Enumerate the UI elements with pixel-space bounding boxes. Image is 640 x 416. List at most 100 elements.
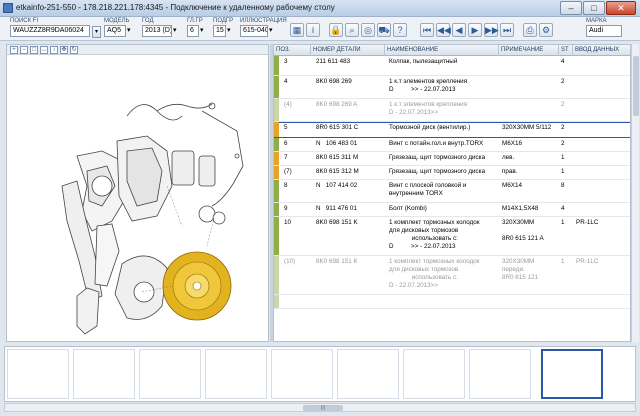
search-input[interactable]: WAUZZZ8R9DA06024	[10, 25, 90, 37]
cell-st: 4	[561, 205, 565, 212]
zoom-in-icon[interactable]: +	[10, 46, 18, 54]
cell-st: 2	[561, 124, 565, 131]
lock-icon[interactable]: 🔒	[329, 23, 343, 37]
next-group-icon[interactable]: ▶▶	[484, 23, 499, 37]
table-row[interactable]: 10 8K0 698 151 K 1 комплект тормозных коло…	[274, 217, 630, 256]
cell-pos: 6	[284, 140, 288, 147]
next-page-icon[interactable]: ▶	[468, 23, 482, 37]
prev-page-icon[interactable]: ◀	[452, 23, 466, 37]
model-dropdown-button[interactable]: ▾	[127, 26, 131, 34]
cell-part: N 106 483 01	[316, 140, 358, 147]
table-row[interactable]: 7 8K0 615 311 M Грязезащ. щит тормозного д…	[274, 152, 630, 166]
help-icon[interactable]: ?	[393, 23, 407, 37]
prev-group-icon[interactable]: ◀◀	[436, 23, 451, 37]
thumbnail[interactable]	[139, 349, 201, 399]
col-header-data[interactable]: ВВОД ДАННЫХ	[573, 45, 630, 56]
binoculars-icon[interactable]: ◎	[361, 23, 375, 37]
scroll-thumb[interactable]	[633, 56, 639, 116]
remote-desktop-icon	[3, 3, 13, 13]
thumbnail-selected[interactable]	[541, 349, 603, 399]
settings-icon[interactable]: ⚙	[539, 23, 553, 37]
close-button[interactable]: ✕	[606, 1, 636, 15]
row-status-marker	[274, 152, 279, 165]
brand-select[interactable]: Audi	[586, 25, 622, 37]
cell-note: прав.	[502, 168, 518, 175]
thumbnail-scrollbar[interactable]: |||	[4, 403, 636, 412]
cell-st: 2	[561, 101, 565, 108]
subgroup-select[interactable]: 15	[213, 25, 226, 37]
first-page-icon[interactable]: ⏮	[420, 23, 434, 37]
table-row[interactable]: 4 8K0 698 269 1 к.т элементов крепления D …	[274, 76, 630, 99]
cell-part: 8K0 698 151 K	[316, 258, 358, 265]
illustration-dropdown-button[interactable]: ▾	[269, 26, 273, 34]
model-select[interactable]: AQ5	[104, 25, 126, 37]
last-page-icon[interactable]: ⏭	[500, 23, 514, 37]
col-header-name[interactable]: НАИМЕНОВАНИЕ	[385, 45, 499, 56]
search-dropdown-button[interactable]: ▾	[92, 26, 101, 38]
table-row[interactable]: (10) 8K0 698 151 K 1 комплект тормозных ко…	[274, 256, 630, 295]
col-header-st[interactable]: ST	[559, 45, 573, 56]
maingroup-label: ГЛ.ГР	[187, 18, 203, 24]
col-header-part[interactable]: НОМЕР ДЕТАЛИ	[311, 45, 385, 56]
info-icon[interactable]: i	[306, 23, 320, 37]
cart-icon[interactable]: ⛟	[377, 23, 391, 37]
zoom-height-icon[interactable]: ↕	[50, 46, 58, 54]
subgroup-dropdown-button[interactable]: ▾	[227, 26, 231, 34]
thumbnail[interactable]	[337, 349, 399, 399]
thumbnail[interactable]	[7, 349, 69, 399]
cell-part: N 911 476 01	[316, 205, 357, 212]
brand-label: МАРКА	[586, 18, 607, 24]
row-status-marker	[274, 56, 279, 75]
cell-name: Болт (Kombi)	[389, 205, 427, 212]
cell-note: 320X30MM переди. 8R0 615 121	[502, 258, 539, 281]
thumbnail[interactable]	[469, 349, 531, 399]
row-status-marker	[274, 76, 279, 98]
row-status-marker	[274, 138, 279, 151]
cell-part: 8K0 615 311 M	[316, 154, 359, 161]
rotate-icon[interactable]: ↻	[70, 46, 78, 54]
parts-table: ПОЗ. НОМЕР ДЕТАЛИ НАИМЕНОВАНИЕ ПРИМЕЧАНИ…	[273, 44, 631, 342]
year-dropdown-button[interactable]: ▾	[173, 26, 177, 34]
col-header-pos[interactable]: ПОЗ.	[274, 45, 311, 56]
maximize-button[interactable]: □	[583, 1, 605, 15]
table-scrollbar[interactable]	[631, 44, 639, 342]
table-row[interactable]: 5 8R0 615 301 C Тормозной диск (вентилир.)…	[274, 122, 630, 138]
maingroup-dropdown-button[interactable]: ▾	[200, 26, 204, 34]
zoom-out-icon[interactable]: −	[20, 46, 28, 54]
cell-pos: (7)	[284, 168, 292, 175]
filter-icon[interactable]: ▦	[290, 23, 304, 37]
cell-pos: (4)	[284, 101, 292, 108]
table-row[interactable]: (4) 8K0 698 269 A 1 к.т элементов креплени…	[274, 99, 630, 122]
table-row[interactable]: 9 N 911 476 01 Болт (Kombi) M14X1,5X48 4	[274, 203, 630, 217]
minimize-button[interactable]: –	[560, 1, 582, 15]
search-icon[interactable]: ⌕	[345, 23, 359, 37]
zoom-width-icon[interactable]: ↔	[40, 46, 48, 54]
table-row[interactable]: 8 N 107 414 02 Винт с плоской головкой и в…	[274, 180, 630, 203]
cell-part: 8K0 615 312 M	[316, 168, 359, 175]
maingroup-select[interactable]: 6	[187, 25, 199, 37]
subgroup-label: ПОДГР	[213, 18, 234, 24]
cell-st: 1	[561, 168, 565, 175]
scroll-grip[interactable]: |||	[303, 405, 343, 411]
thumbnail[interactable]	[271, 349, 333, 399]
print-icon[interactable]: ⎙	[523, 23, 537, 37]
pan-icon[interactable]: ✥	[60, 46, 68, 54]
illustration-select[interactable]: 615-040	[240, 25, 268, 37]
table-row[interactable]	[274, 295, 630, 309]
row-status-marker	[274, 99, 279, 121]
col-header-note[interactable]: ПРИМЕЧАНИЕ	[499, 45, 559, 56]
table-row[interactable]: (7) 8K0 615 312 M Грязезащ. щит тормозного…	[274, 166, 630, 180]
thumbnail[interactable]	[73, 349, 135, 399]
brake-assembly-diagram[interactable]	[7, 56, 268, 341]
cell-data: PR-1LC	[576, 219, 599, 226]
illustration-pane: + − □ ↔ ↕ ✥ ↻	[6, 44, 269, 342]
thumbnail[interactable]	[403, 349, 465, 399]
toolbar: ПОИСК FI WAUZZZ8R9DA06024 ▾ МОДЕЛЬ AQ5 ▾…	[0, 17, 640, 41]
zoom-fit-icon[interactable]: □	[30, 46, 38, 54]
table-row[interactable]: 3 211 611 483 Колпак, пылезащитный 4	[274, 56, 630, 76]
table-row[interactable]: 6 N 106 483 01 Винт с потайн.гол.и внутр.T…	[274, 138, 630, 152]
year-select[interactable]: 2013 (D)	[142, 25, 172, 37]
row-status-marker	[274, 180, 279, 202]
cell-pos: 10	[284, 219, 292, 226]
thumbnail[interactable]	[205, 349, 267, 399]
